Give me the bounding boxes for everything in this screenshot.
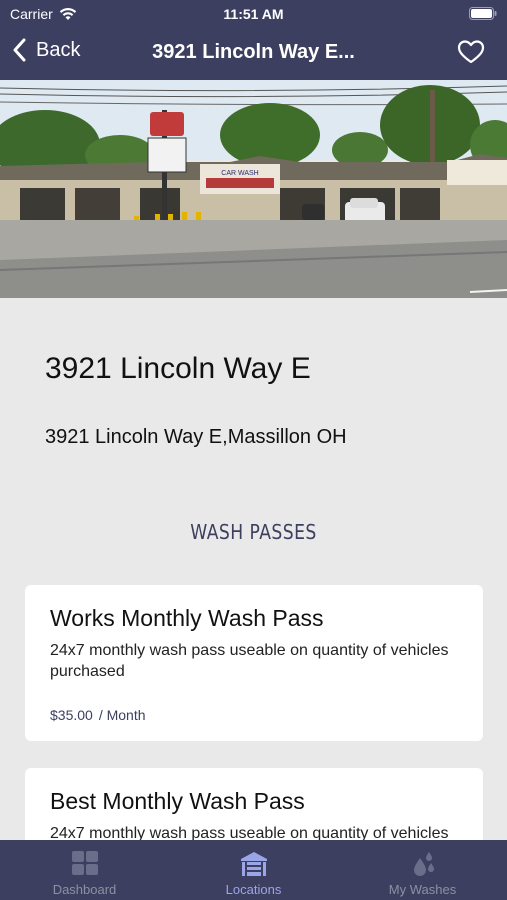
tab-label: My Washes	[388, 882, 457, 897]
wash-pass-card[interactable]: Works Monthly Wash Pass 24x7 monthly was…	[25, 585, 483, 741]
wash-pass-price: $35.00	[50, 707, 93, 723]
navigation-bar: Back 3921 Lincoln Way E...	[0, 28, 507, 80]
back-label: Back	[36, 38, 81, 61]
tab-label: Dashboard	[52, 882, 117, 897]
car-wash-building-icon	[240, 852, 267, 876]
tab-locations[interactable]: Locations	[169, 840, 338, 900]
wash-pass-title: Works Monthly Wash Pass	[50, 605, 324, 631]
wash-pass-description: 24x7 monthly wash pass useable on quanti…	[50, 642, 449, 680]
tab-bar: Dashboard Locations My Washes	[0, 840, 507, 900]
wash-pass-description: 24x7 monthly wash pass useable on quanti…	[50, 825, 449, 840]
wash-pass-period: / Month	[98, 707, 146, 723]
location-address: 3921 Lincoln Way E,Massillon OH	[45, 426, 347, 448]
tab-dashboard[interactable]: Dashboard	[0, 840, 169, 900]
status-bar: Carrier 11:51 AM	[0, 0, 507, 28]
location-photo: CAR WASH	[0, 80, 507, 298]
tab-label: Locations	[225, 882, 282, 897]
tab-my-washes[interactable]: My Washes	[338, 840, 507, 900]
back-button[interactable]: Back	[12, 38, 80, 62]
chevron-left-icon	[13, 38, 26, 62]
wash-pass-card[interactable]: Best Monthly Wash Pass 24x7 monthly wash…	[25, 768, 483, 840]
status-time: 11:51 AM	[223, 6, 284, 22]
water-drops-icon	[413, 852, 434, 876]
header: Carrier 11:51 AM Back 3921 Lincoln Way E…	[0, 0, 507, 80]
location-name: 3921 Lincoln Way E	[45, 352, 311, 385]
location-details: 3921 Lincoln Way E 3921 Lincoln Way E,Ma…	[0, 298, 507, 840]
favorite-heart-icon[interactable]	[457, 38, 485, 66]
wash-pass-price-row: $35.00 / Month	[50, 707, 146, 723]
photo-sign-text: CAR WASH	[221, 170, 258, 177]
wash-pass-title: Best Monthly Wash Pass	[50, 788, 305, 814]
dashboard-grid-icon	[71, 851, 98, 875]
page-title: 3921 Lincoln Way E...	[152, 41, 355, 63]
battery-icon	[469, 7, 497, 20]
wash-passes-heading: WASH PASSES	[190, 520, 317, 544]
